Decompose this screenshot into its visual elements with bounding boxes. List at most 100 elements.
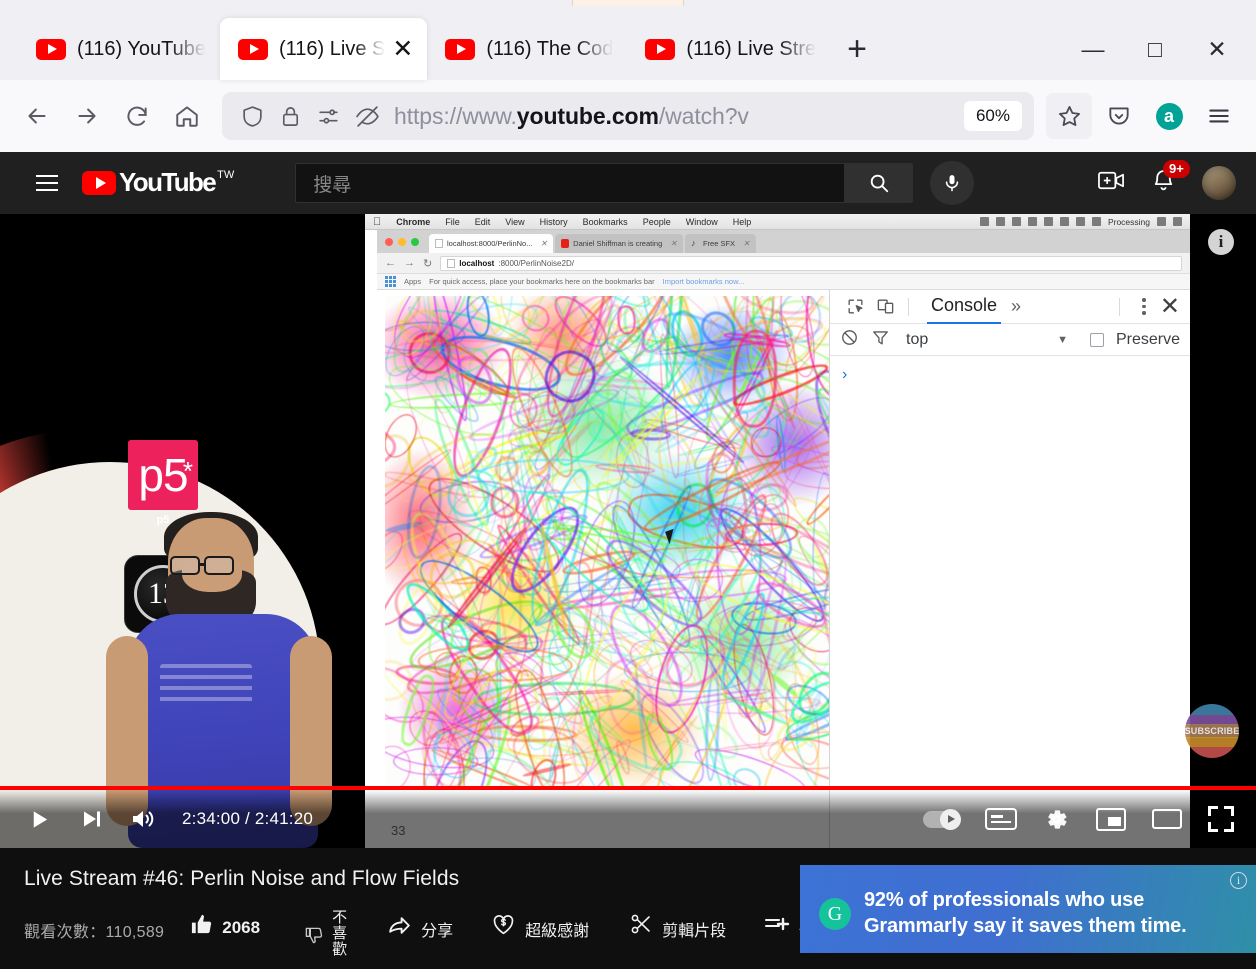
chevron-down-icon[interactable]: ▼: [1057, 334, 1068, 346]
device-toolbar-icon[interactable]: [870, 297, 900, 316]
pocket-icon[interactable]: [1096, 93, 1142, 139]
devtools-right-actions: ✕: [1111, 294, 1180, 319]
close-icon[interactable]: ✕: [1160, 294, 1180, 318]
tab-close-icon[interactable]: ✕: [392, 36, 413, 62]
console-prompt[interactable]: ›: [830, 356, 1190, 394]
console-context-selector[interactable]: top: [906, 331, 928, 349]
address-bar[interactable]: https://www.youtube.com/watch?v 60%: [222, 92, 1034, 140]
chrome-bookmarks-bar: Apps For quick access, place your bookma…: [377, 274, 1190, 290]
miniplayer-icon[interactable]: [1096, 807, 1126, 831]
omnibox[interactable]: localhost:8000/PerlinNoise2D/: [440, 255, 1182, 271]
presenter-shirt-graphic: [160, 664, 252, 708]
close-icon[interactable]: ✕: [743, 239, 750, 248]
browser-tab-2-active[interactable]: (116) Live S ✕: [220, 18, 428, 80]
settings-gear-icon[interactable]: [1043, 806, 1070, 833]
dislike-button[interactable]: 不喜歡: [304, 910, 347, 957]
super-thanks-button[interactable]: 超級感謝: [491, 910, 589, 942]
menu-chrome[interactable]: Chrome: [396, 217, 430, 227]
url-text[interactable]: https://www.youtube.com/watch?v: [394, 103, 950, 130]
reload-icon[interactable]: [114, 93, 160, 139]
browser-tab-4[interactable]: (116) Live Stre: [627, 18, 830, 80]
menu-edit[interactable]: Edit: [475, 217, 491, 227]
maximize-icon[interactable]: □: [1124, 18, 1186, 80]
kebab-menu-icon[interactable]: [1142, 298, 1146, 315]
masthead-actions: 9+: [1098, 160, 1242, 200]
lock-icon[interactable]: [279, 105, 302, 128]
permissions-icon[interactable]: [316, 104, 341, 129]
tab-console[interactable]: Console: [927, 289, 1002, 324]
subscribe-label: SUBSCRIBE: [1185, 725, 1239, 737]
microphone-icon[interactable]: [930, 161, 975, 205]
forward-icon[interactable]: [64, 93, 110, 139]
bookmark-star-icon[interactable]: [1046, 93, 1092, 139]
avatar[interactable]: [1202, 166, 1236, 200]
channel-subscribe-watermark[interactable]: SUBSCRIBE: [1185, 704, 1239, 758]
new-tab-button[interactable]: +: [830, 18, 884, 80]
youtube-logo[interactable]: YouTube TW: [82, 167, 234, 198]
close-icon[interactable]: ✕: [670, 239, 677, 248]
app-menu-icon[interactable]: [1196, 93, 1242, 139]
heart-dollar-icon: [491, 910, 516, 942]
next-video-icon[interactable]: [74, 807, 108, 831]
account-icon[interactable]: a: [1146, 93, 1192, 139]
share-button[interactable]: 分享: [387, 910, 453, 943]
zoom-level-badge[interactable]: 60%: [963, 101, 1022, 131]
fullscreen-icon[interactable]: [1208, 806, 1234, 832]
apps-grid-icon[interactable]: [385, 276, 396, 287]
chrome-tab-localhost[interactable]: localhost:8000/PerlinNo... ✕: [429, 234, 554, 253]
menu-file[interactable]: File: [445, 217, 460, 227]
minimize-dot: [398, 237, 406, 246]
ad-banner[interactable]: G 92% of professionals who use Grammarly…: [800, 865, 1256, 953]
apps-label[interactable]: Apps: [404, 277, 421, 286]
apple-menu-icon[interactable]: : [373, 216, 381, 228]
volume-icon[interactable]: [126, 807, 160, 831]
tracking-blocked-icon[interactable]: [355, 104, 380, 129]
theater-mode-icon[interactable]: [1152, 809, 1182, 829]
like-button[interactable]: 2068: [190, 910, 260, 941]
chrome-tab-patreon[interactable]: Daniel Shiffman is creating ✕: [555, 234, 683, 253]
chrome-toolbar: ← → ↻ localhost:8000/PerlinNoise2D/: [377, 253, 1190, 274]
filter-icon[interactable]: [871, 328, 890, 352]
menu-view[interactable]: View: [505, 217, 524, 227]
presenter-glasses-bridge: [200, 563, 206, 566]
create-video-icon[interactable]: [1098, 169, 1125, 197]
menu-people[interactable]: People: [643, 217, 671, 227]
youtube-icon: [645, 38, 676, 60]
browser-tab-1[interactable]: (116) YouTube: [18, 18, 220, 80]
clear-console-icon[interactable]: [840, 328, 859, 352]
shield-icon[interactable]: [240, 104, 265, 129]
home-icon[interactable]: [164, 93, 210, 139]
guide-menu-icon[interactable]: [26, 175, 68, 191]
forward-icon[interactable]: →: [404, 257, 415, 269]
subtitles-icon[interactable]: [985, 808, 1017, 830]
back-icon[interactable]: [14, 93, 60, 139]
mac-window-buttons[interactable]: [383, 230, 427, 253]
reload-icon[interactable]: ↻: [423, 257, 432, 270]
menu-history[interactable]: History: [540, 217, 568, 227]
search-icon[interactable]: [844, 163, 914, 203]
info-icon[interactable]: i: [1208, 229, 1234, 255]
play-icon[interactable]: [22, 807, 56, 832]
clip-button[interactable]: 剪輯片段: [629, 910, 726, 941]
inspect-element-icon[interactable]: [840, 297, 870, 316]
search-input[interactable]: 搜尋: [295, 163, 845, 203]
minimize-icon[interactable]: —: [1062, 18, 1124, 80]
autoplay-toggle[interactable]: [923, 808, 961, 830]
notifications-bell-icon[interactable]: 9+: [1151, 160, 1190, 198]
menu-help[interactable]: Help: [733, 217, 752, 227]
video-player[interactable]: p5* p5 13 Processing  Chrome: [0, 214, 1256, 848]
close-window-icon[interactable]: ✕: [1186, 18, 1248, 80]
import-bookmarks-link[interactable]: Import bookmarks now...: [663, 277, 745, 286]
back-icon[interactable]: ←: [385, 257, 396, 269]
preserve-log-checkbox[interactable]: [1089, 332, 1104, 347]
battery-icon: [1091, 217, 1101, 226]
menu-bookmarks[interactable]: Bookmarks: [583, 217, 628, 227]
ad-info-icon[interactable]: i: [1230, 872, 1247, 889]
divider: [908, 297, 909, 316]
more-tabs-icon[interactable]: »: [1011, 296, 1021, 317]
perlin-flow-field-canvas[interactable]: [385, 296, 829, 790]
menu-window[interactable]: Window: [686, 217, 718, 227]
chrome-tab-freesfx[interactable]: ♪ Free SFX ✕: [684, 234, 756, 253]
browser-tab-3[interactable]: (116) The Cod: [427, 18, 627, 80]
close-icon[interactable]: ✕: [540, 239, 547, 248]
